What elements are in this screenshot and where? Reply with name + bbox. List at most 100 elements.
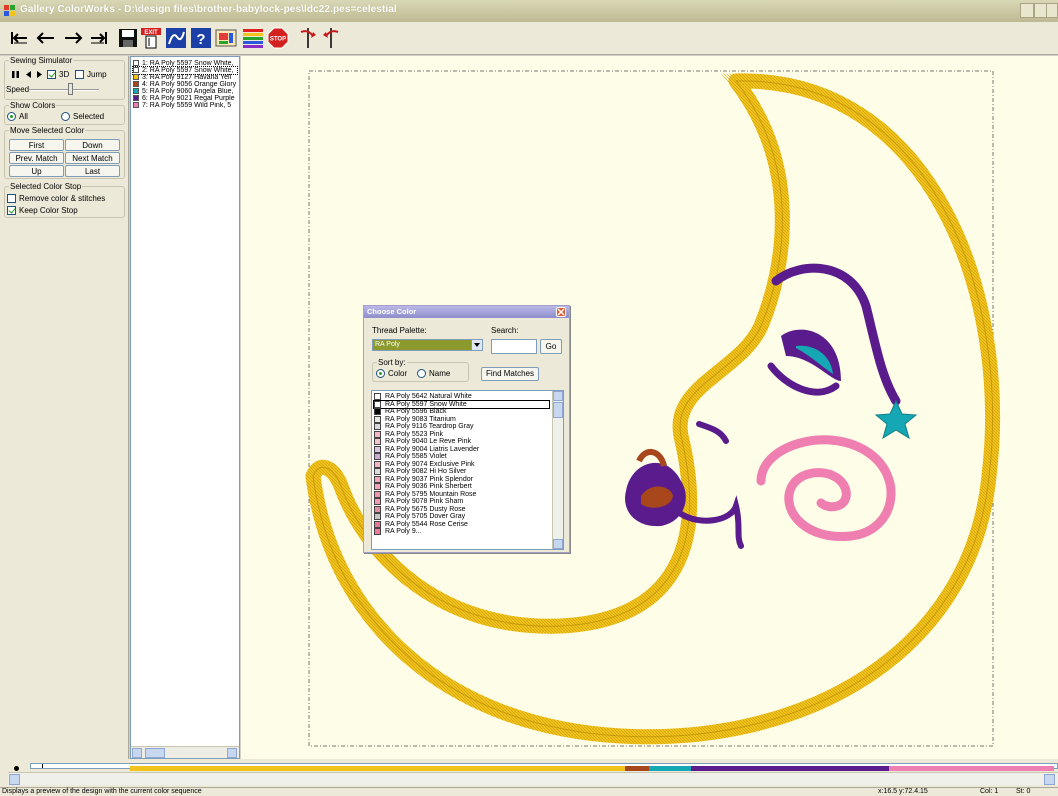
- thread-color-list[interactable]: RA Poly 5642 Natural White RA Poly 5597 S…: [371, 390, 564, 550]
- list-item[interactable]: 6: RA Poly 9021 Regal Purple: [133, 95, 237, 102]
- thread-list-item[interactable]: RA Poly 9036 Pink Sherbert: [374, 483, 549, 490]
- thread-list-scrollbar[interactable]: [552, 391, 563, 549]
- thread-list-item[interactable]: RA Poly 5705 Dover Gray: [374, 513, 549, 520]
- list-item[interactable]: 5: RA Poly 9060 Angela Blue,: [133, 88, 237, 95]
- thread-list-item[interactable]: RA Poly 5675 Dusty Rose: [374, 505, 549, 513]
- thread-list-item[interactable]: RA Poly 9004 Liatris Lavender: [374, 445, 549, 453]
- app-icon[interactable]: [3, 4, 17, 18]
- dropdown-button[interactable]: [471, 340, 482, 350]
- save-button[interactable]: [117, 27, 139, 49]
- thread-list-item[interactable]: RA Poly 9037 Pink Splendor: [374, 475, 549, 483]
- exit-button[interactable]: EXIT: [140, 27, 162, 49]
- play-back-button[interactable]: [24, 70, 33, 79]
- thread-list-item[interactable]: RA Poly 9074 Exclusive Pink: [374, 460, 549, 468]
- thread-list-item[interactable]: RA Poly 5585 Violet: [374, 453, 549, 460]
- keep-color-stop-label: Keep Color Stop: [19, 206, 78, 215]
- thread-list-item[interactable]: RA Poly 9082 Hi Ho Silver: [374, 468, 549, 475]
- go-start-button[interactable]: [8, 27, 30, 49]
- scroll-up-button[interactable]: [553, 391, 563, 401]
- close-window-button[interactable]: [1046, 3, 1058, 18]
- sequence-segment[interactable]: [649, 766, 691, 771]
- go-end-button[interactable]: [88, 27, 110, 49]
- thread-color-swatch: [374, 400, 381, 408]
- down-button[interactable]: Down: [65, 139, 120, 151]
- pause-icon: [12, 71, 19, 78]
- sequence-segment[interactable]: [691, 766, 889, 771]
- thread-list-item-label: RA Poly 9037 Pink Splendor: [385, 475, 473, 483]
- color-chart-button[interactable]: [165, 27, 187, 49]
- choose-color-dialog[interactable]: Choose Color Thread Palette: Search: RA …: [363, 305, 570, 553]
- mirror-vertical-button[interactable]: [320, 27, 342, 49]
- thread-color-swatch: [374, 513, 381, 520]
- last-button[interactable]: Last: [65, 165, 120, 177]
- help-button[interactable]: ?: [190, 27, 212, 49]
- thread-list-item-label: RA Poly 9...: [385, 528, 422, 535]
- scroll-down-button[interactable]: [553, 539, 563, 549]
- thread-list-item[interactable]: RA Poly 5795 Mountain Rose: [374, 490, 549, 498]
- speed-slider-track[interactable]: [29, 89, 99, 91]
- sort-color-radio[interactable]: [376, 369, 385, 378]
- go-button[interactable]: Go: [540, 339, 562, 354]
- minimize-button[interactable]: [1020, 3, 1034, 18]
- sequence-segment[interactable]: [625, 766, 649, 771]
- play-forward-button[interactable]: [35, 70, 44, 79]
- scroll-right-button[interactable]: [227, 748, 237, 758]
- up-button[interactable]: Up: [9, 165, 64, 177]
- picture-button[interactable]: [215, 27, 237, 49]
- list-item-label: 6: RA Poly 9021 Regal Purple: [142, 95, 235, 102]
- list-item[interactable]: 3: RA Poly 9127 Havana Yell: [133, 74, 237, 81]
- thread-palette-select[interactable]: RA Poly: [372, 339, 483, 351]
- color-list-horizontal-scrollbar[interactable]: [131, 746, 239, 758]
- prev-match-button[interactable]: Prev. Match: [9, 152, 64, 164]
- show-selected-radio[interactable]: [61, 112, 70, 121]
- thread-list-item[interactable]: RA Poly 5596 Black: [374, 408, 549, 415]
- list-item-label: 1: RA Poly 5597 Snow White,: [142, 60, 234, 67]
- show-all-radio[interactable]: [7, 112, 16, 121]
- speed-slider-thumb[interactable]: [68, 83, 73, 95]
- step-forward-button[interactable]: [62, 27, 84, 49]
- scroll-right-button[interactable]: [1044, 774, 1055, 785]
- search-input[interactable]: [491, 339, 537, 354]
- sort-name-radio[interactable]: [417, 369, 426, 378]
- thread-list-item[interactable]: RA Poly 9083 Titanium: [374, 415, 549, 423]
- first-button[interactable]: First: [9, 139, 64, 151]
- color-sequence-list[interactable]: 1: RA Poly 5597 Snow White, 2: RA Poly 5…: [130, 56, 240, 759]
- pause-button[interactable]: [11, 70, 20, 79]
- position-slider-thumb[interactable]: [42, 764, 43, 768]
- mirror-horizontal-button[interactable]: [297, 27, 319, 49]
- 3d-checkbox[interactable]: [47, 70, 56, 79]
- upper-lip-line: [696, 421, 729, 444]
- thread-colors-button[interactable]: [242, 27, 264, 49]
- thread-list-item[interactable]: RA Poly 5642 Natural White: [374, 393, 549, 400]
- dialog-title[interactable]: Choose Color: [364, 306, 569, 318]
- dialog-close-button[interactable]: [556, 307, 566, 317]
- title-bar[interactable]: Gallery ColorWorks - D:\design files\bro…: [0, 0, 1058, 22]
- list-item[interactable]: 1: RA Poly 5597 Snow White,: [133, 60, 237, 67]
- sequence-segment[interactable]: [130, 766, 625, 771]
- list-item[interactable]: 4: RA Poly 9056 Orange Glory: [133, 81, 237, 88]
- thread-list-item[interactable]: RA Poly 5523 Pink: [374, 430, 549, 438]
- thread-list-item[interactable]: RA Poly 9...: [374, 528, 549, 535]
- remove-color-checkbox[interactable]: [7, 194, 16, 203]
- scroll-thumb[interactable]: [145, 748, 165, 758]
- color-sequence-bar[interactable]: [130, 766, 1054, 771]
- next-match-button[interactable]: Next Match: [65, 152, 120, 164]
- stop-button[interactable]: STOP: [267, 27, 289, 49]
- find-matches-button[interactable]: Find Matches: [481, 367, 539, 381]
- scroll-left-button[interactable]: [132, 748, 142, 758]
- step-back-button[interactable]: [35, 27, 57, 49]
- thread-list-item[interactable]: RA Poly 9040 Le Reve Pink: [374, 438, 549, 445]
- scroll-left-button[interactable]: [9, 774, 20, 785]
- main-horizontal-scrollbar[interactable]: [8, 772, 1058, 785]
- scroll-thumb[interactable]: [553, 402, 563, 418]
- list-item[interactable]: 2: RA Poly 5597 Snow White,: [132, 66, 238, 75]
- thread-color-swatch: [374, 445, 381, 453]
- thread-list-item[interactable]: RA Poly 5597 Snow White: [373, 399, 550, 409]
- keep-color-stop-checkbox[interactable]: [7, 206, 16, 215]
- jump-checkbox[interactable]: [75, 70, 84, 79]
- sequence-segment[interactable]: [889, 766, 1054, 771]
- list-item[interactable]: 7: RA Poly 5559 Wild Pink, 5: [133, 102, 237, 109]
- thread-list-item[interactable]: RA Poly 9078 Pink Sham: [374, 498, 549, 505]
- thread-list-item[interactable]: RA Poly 5544 Rose Cerise: [374, 520, 549, 528]
- thread-list-item[interactable]: RA Poly 9116 Teardrop Gray: [374, 423, 549, 430]
